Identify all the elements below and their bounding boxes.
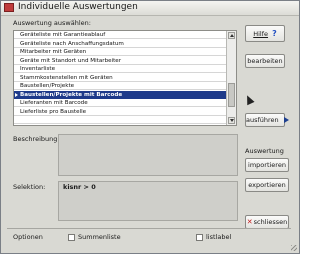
selected-row-pointer-icon	[15, 92, 18, 97]
list-item-label: Geräte mit Standort und Mitarbeiter	[20, 57, 122, 64]
list-item[interactable]: Stammkostenstellen mit Geräten	[14, 74, 227, 82]
list-item[interactable]: Lieferanten mit Barcode	[14, 99, 227, 107]
list-label: Auswertung auswählen:	[13, 19, 91, 27]
run-button[interactable]: ausführen	[245, 113, 289, 127]
list-item[interactable]: Inventarliste	[14, 65, 227, 73]
list-item-label: Stammkostenstellen mit Geräten	[20, 74, 113, 81]
description-field[interactable]	[58, 134, 238, 176]
list-item-label: Baustellen/Projekte mit Barcode	[20, 91, 123, 98]
play-icon	[283, 117, 289, 123]
description-label: Beschreibung:	[13, 135, 60, 143]
close-x-icon: ✕	[246, 218, 253, 226]
evaluation-group-label: Auswertung	[245, 147, 284, 155]
list-item[interactable]: Baustellen/Projekte	[14, 82, 227, 90]
mouse-cursor-icon	[243, 93, 255, 106]
selection-label: Selektion:	[13, 183, 46, 191]
edit-button[interactable]: bearbeiten	[245, 54, 285, 68]
selection-value: kisnr > 0	[63, 183, 96, 191]
list-item-label: Geräteliste mit Garantieablauf	[20, 32, 106, 38]
help-button-label: Hilfe	[253, 30, 269, 38]
export-button[interactable]: exportieren	[245, 178, 289, 192]
app-icon	[4, 3, 14, 12]
list-item-label: Lieferliste pro Baustelle	[20, 108, 87, 115]
close-button[interactable]: ✕schliessen	[245, 215, 289, 229]
scroll-thumb[interactable]	[228, 83, 235, 107]
options-label: Optionen	[13, 233, 43, 241]
list-item[interactable]: Lieferliste pro Baustelle	[14, 108, 227, 116]
list-item[interactable]: Geräteliste mit Garantieablauf	[14, 31, 227, 39]
list-item[interactable]: Geräte mit Standort und Mitarbeiter	[14, 57, 227, 65]
list-scrollbar[interactable]	[226, 31, 236, 125]
options-divider	[7, 228, 291, 229]
list-item[interactable]: Baustellen/Projekte mit Barcode	[14, 90, 227, 99]
title-bar[interactable]: Individuelle Auswertungen	[1, 1, 299, 16]
list-item-label: Baustellen/Projekte	[20, 83, 75, 89]
help-button[interactable]: Hilfe ?	[245, 25, 285, 42]
list-item-label: Mitarbeiter mit Geräten	[20, 49, 87, 55]
selection-field[interactable]: kisnr > 0	[58, 181, 238, 221]
list-item[interactable]: Mitarbeiter mit Geräten	[14, 48, 227, 56]
help-question-icon: ?	[272, 29, 277, 38]
scroll-up-button[interactable]	[228, 32, 235, 39]
list-item-label: Lieferanten mit Barcode	[20, 100, 88, 106]
scroll-down-button[interactable]	[228, 117, 235, 124]
listlabel-checkbox[interactable]	[196, 234, 203, 241]
list-item[interactable]	[14, 116, 227, 124]
summary-list-checkbox[interactable]	[68, 234, 75, 241]
summary-list-label: Summenliste	[78, 233, 121, 241]
close-button-label: schliessen	[253, 218, 288, 226]
run-button-label: ausführen	[246, 116, 279, 124]
resize-grip-icon[interactable]	[291, 245, 297, 251]
import-button[interactable]: importieren	[245, 158, 289, 172]
list-item-label: Inventarliste	[20, 66, 56, 72]
dialog-window: Individuelle Auswertungen Auswertung aus…	[0, 0, 300, 254]
evaluation-list[interactable]: Geräteliste mit Garantieablauf Gerätelist…	[13, 30, 237, 126]
list-item-label: Geräteliste nach Anschaffungsdatum	[20, 40, 124, 47]
list-item[interactable]: Geräteliste nach Anschaffungsdatum	[14, 40, 227, 48]
window-title: Individuelle Auswertungen	[18, 2, 138, 12]
listlabel-label: listlabel	[206, 233, 232, 241]
